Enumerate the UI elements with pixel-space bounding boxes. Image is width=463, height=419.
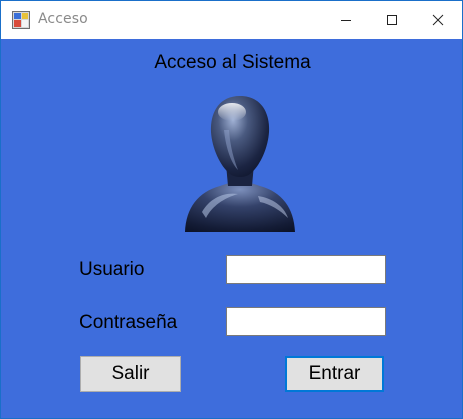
form-heading: Acceso al Sistema	[154, 52, 311, 73]
login-window: Acceso Acceso al Sistema Usuario Contras…	[0, 0, 463, 419]
entrar-button[interactable]: Entrar	[285, 356, 384, 392]
usuario-input[interactable]	[226, 255, 386, 284]
maximize-button[interactable]	[369, 1, 415, 39]
usuario-label: Usuario	[79, 259, 145, 280]
minimize-icon	[341, 20, 351, 21]
close-icon	[432, 14, 444, 26]
app-icon	[12, 11, 30, 29]
window-title: Acceso	[38, 11, 88, 27]
user-silhouette-icon	[185, 96, 295, 232]
title-bar[interactable]: Acceso	[1, 1, 462, 39]
close-button[interactable]	[415, 1, 461, 39]
contrasena-label: Contraseña	[79, 312, 178, 333]
maximize-icon	[387, 15, 397, 25]
form-area: Acceso al Sistema Usuario Contraseña Sal…	[1, 39, 462, 418]
salir-button[interactable]: Salir	[80, 356, 181, 392]
contrasena-input[interactable]	[226, 307, 386, 336]
minimize-button[interactable]	[323, 1, 369, 39]
